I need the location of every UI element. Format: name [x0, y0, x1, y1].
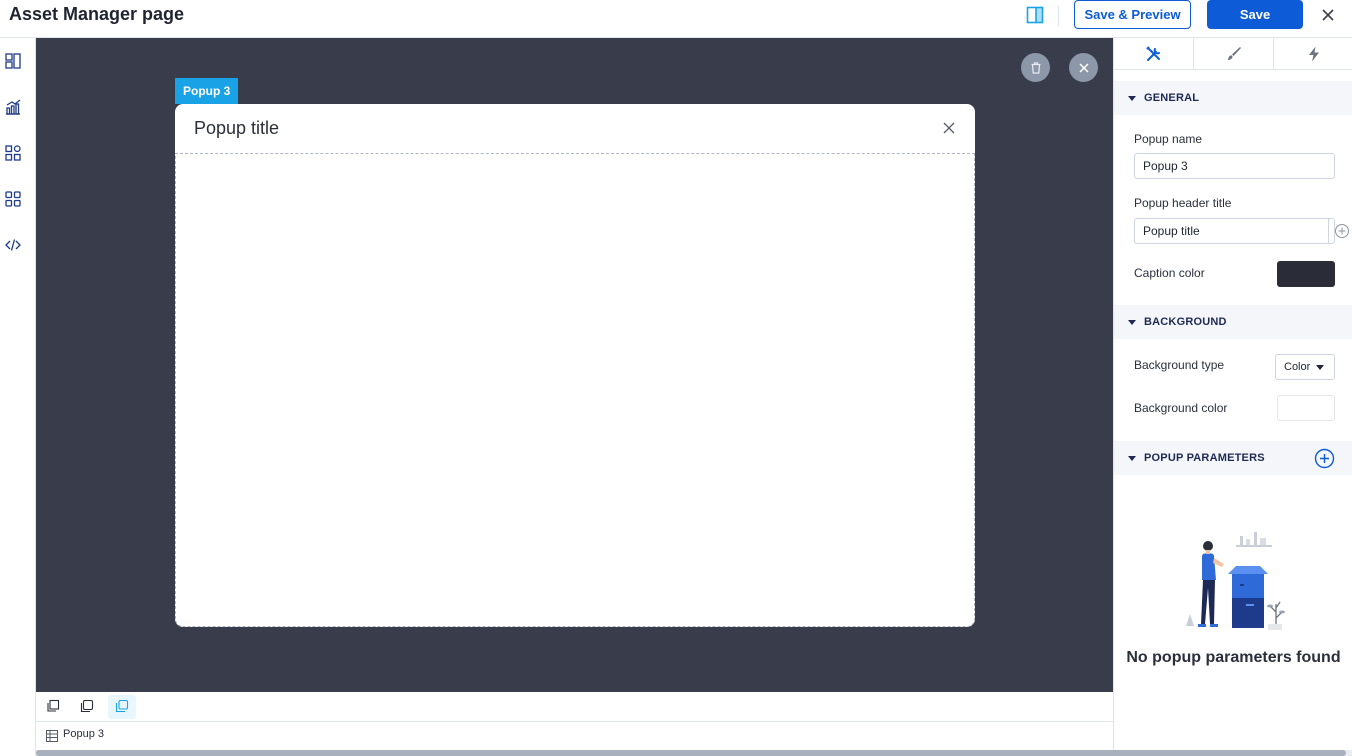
tab-style[interactable] [1194, 38, 1274, 70]
close-canvas-button[interactable] [1069, 53, 1098, 82]
toolbar-divider [1058, 6, 1059, 26]
brush-icon [1225, 45, 1243, 63]
section-title: GENERAL [1144, 92, 1200, 104]
left-rail [0, 38, 36, 756]
background-type-label: Background type [1134, 358, 1225, 372]
top-bar: Asset Manager page Save & Preview Save [0, 0, 1352, 38]
empty-state-text: No popup parameters found [1126, 649, 1341, 666]
section-title: BACKGROUND [1144, 316, 1227, 328]
header-title-input[interactable]: Popup title [1134, 218, 1349, 244]
plus-circle-icon [1334, 223, 1350, 239]
tools-icon [1145, 45, 1163, 63]
caption-color-label: Caption color [1134, 266, 1205, 280]
background-color-label: Background color [1134, 401, 1228, 415]
page-title: Asset Manager page [9, 4, 185, 24]
popup-title: Popup title [194, 118, 280, 138]
caption-color-swatch[interactable] [1277, 261, 1335, 287]
popup-tag[interactable]: Popup 3 [175, 78, 239, 104]
panel-tabs [1114, 38, 1352, 70]
section-general[interactable]: GENERAL [1114, 81, 1352, 115]
caret-down-icon [1128, 95, 1136, 101]
popup-body-dropzone[interactable] [175, 153, 975, 627]
section-background[interactable]: BACKGROUND [1114, 305, 1352, 339]
save-button[interactable]: Save [1207, 0, 1303, 29]
bottom-toolbar [36, 692, 1113, 722]
editor-canvas: Popup 3 Popup title [36, 38, 1113, 692]
breadcrumb: Popup 3 [36, 722, 1113, 750]
popup-preview[interactable]: Popup title [175, 104, 975, 627]
close-icon [1077, 61, 1091, 75]
code-icon[interactable] [4, 236, 22, 254]
popup-name-input[interactable]: Popup 3 [1134, 153, 1335, 179]
section-title: POPUP PARAMETERS [1144, 452, 1265, 464]
background-type-select[interactable]: Color [1275, 354, 1335, 380]
popup-close-icon[interactable] [939, 118, 959, 138]
background-color-swatch[interactable] [1277, 395, 1335, 421]
delete-popup-button[interactable] [1021, 53, 1050, 82]
tab-actions[interactable] [1274, 38, 1352, 70]
duplicate-icon[interactable] [79, 698, 95, 714]
trash-icon [1029, 61, 1043, 75]
widgets-icon[interactable] [4, 144, 22, 162]
scrollbar-thumb[interactable] [36, 750, 1346, 756]
save-and-preview-button[interactable]: Save & Preview [1074, 0, 1191, 29]
chart-icon[interactable] [4, 98, 22, 116]
popup-name-label: Popup name [1134, 132, 1203, 146]
background-type-value: Color [1284, 361, 1311, 373]
caret-down-icon [1128, 319, 1136, 325]
copy-icon[interactable] [45, 698, 61, 714]
horizontal-scrollbar[interactable] [36, 750, 1352, 756]
add-parameter-icon[interactable] [1314, 448, 1335, 469]
add-variable-button[interactable] [1328, 219, 1352, 243]
table-icon [46, 730, 58, 742]
layout-icon[interactable] [4, 52, 22, 70]
close-icon[interactable] [1318, 5, 1338, 25]
layers-icon[interactable] [114, 698, 130, 714]
properties-panel: GENERAL Popup name Popup 3 Popup header … [1113, 38, 1352, 750]
header-title-label: Popup header title [1134, 196, 1232, 210]
breadcrumb-item[interactable]: Popup 3 [63, 728, 104, 740]
tab-settings[interactable] [1114, 38, 1194, 70]
lightning-icon [1305, 45, 1323, 63]
chevron-down-icon [1316, 364, 1325, 370]
apps-grid-icon[interactable] [4, 190, 22, 208]
layout-toggle-icon[interactable] [1025, 5, 1045, 25]
caret-down-icon [1128, 455, 1136, 461]
popup-header: Popup title [175, 104, 975, 153]
empty-state-illustration [1180, 528, 1290, 632]
header-title-value: Popup title [1143, 224, 1200, 238]
